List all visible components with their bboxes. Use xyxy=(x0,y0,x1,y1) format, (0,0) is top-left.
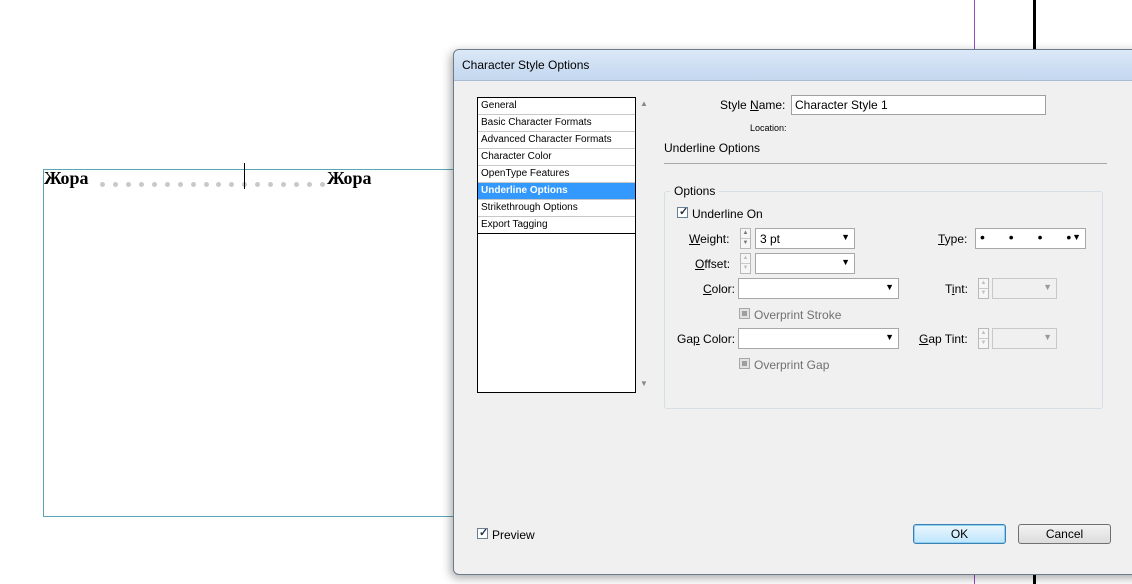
offset-label: Offset: xyxy=(695,257,731,271)
dotted-underline-preview xyxy=(100,179,325,189)
dialog-body: General Basic Character Formats Advanced… xyxy=(460,81,1132,568)
tint-combobox[interactable]: ▼ xyxy=(992,278,1057,299)
dropdown-arrow-icon[interactable]: ▼ xyxy=(885,282,894,292)
stepper-up-icon[interactable]: ▲ xyxy=(741,254,750,263)
options-group-label: Options xyxy=(670,184,720,198)
type-combobox[interactable]: • • • • ▼ xyxy=(975,228,1086,249)
category-list-scrollbar[interactable]: ▲ ▼ xyxy=(636,97,652,393)
ok-button[interactable]: OK xyxy=(913,524,1006,544)
weight-label: Weight: xyxy=(689,232,730,246)
canvas-word-left: Жора xyxy=(44,168,89,188)
stepper-up-icon[interactable]: ▲ xyxy=(979,329,988,338)
text-frame xyxy=(43,169,464,517)
tint-label: Tint: xyxy=(945,282,968,296)
gap-tint-label: Gap Tint: xyxy=(919,332,968,346)
scroll-up-arrow-icon[interactable]: ▲ xyxy=(640,99,648,108)
style-name-input[interactable] xyxy=(791,95,1046,115)
category-strikethrough-options[interactable]: Strikethrough Options xyxy=(478,200,635,217)
weight-stepper[interactable]: ▲ ▼ xyxy=(740,228,751,249)
gap-color-combobox[interactable]: ▼ xyxy=(738,328,899,349)
underline-on-label: Underline On xyxy=(692,207,763,221)
weight-value: 3 pt xyxy=(760,232,781,246)
dropdown-arrow-icon[interactable]: ▼ xyxy=(841,232,850,242)
stepper-down-icon[interactable]: ▼ xyxy=(741,263,750,273)
dialog-titlebar[interactable]: Character Style Options xyxy=(454,50,1132,81)
type-value: • • • • xyxy=(980,229,1082,245)
dropdown-arrow-icon[interactable]: ▼ xyxy=(1043,332,1052,342)
category-list: General Basic Character Formats Advanced… xyxy=(477,97,636,393)
stepper-down-icon[interactable]: ▼ xyxy=(979,338,988,348)
category-basic-character-formats[interactable]: Basic Character Formats xyxy=(478,115,635,132)
section-divider xyxy=(664,163,1107,164)
canvas-word-right: Жора xyxy=(327,168,372,188)
checkmark-icon: ✓ xyxy=(479,527,489,539)
gap-color-label: Gap Color: xyxy=(677,332,736,346)
section-title: Underline Options xyxy=(664,141,761,155)
character-style-options-dialog: Character Style Options General Basic Ch… xyxy=(453,49,1132,575)
weight-combobox[interactable]: 3 pt ▼ xyxy=(755,228,855,249)
stepper-down-icon[interactable]: ▼ xyxy=(741,238,750,248)
color-combobox[interactable]: ▼ xyxy=(738,278,899,299)
color-label: Color: xyxy=(703,282,736,296)
style-name-label: Style Name: xyxy=(720,98,786,112)
stepper-down-icon[interactable]: ▼ xyxy=(979,288,988,298)
offset-combobox[interactable]: ▼ xyxy=(755,253,855,274)
dropdown-arrow-icon[interactable]: ▼ xyxy=(885,332,894,342)
tint-stepper[interactable]: ▲ ▼ xyxy=(978,278,989,299)
gap-tint-combobox[interactable]: ▼ xyxy=(992,328,1057,349)
preview-label: Preview xyxy=(492,528,535,542)
overprint-gap-label: Overprint Gap xyxy=(754,358,830,372)
options-group xyxy=(664,191,1103,409)
checkmark-icon: ✓ xyxy=(679,206,689,218)
location-label: Location: xyxy=(750,123,787,133)
category-export-tagging[interactable]: Export Tagging xyxy=(478,217,635,234)
dropdown-arrow-icon[interactable]: ▼ xyxy=(1072,232,1081,242)
offset-stepper[interactable]: ▲ ▼ xyxy=(740,253,751,274)
scroll-down-arrow-icon[interactable]: ▼ xyxy=(640,379,648,388)
dropdown-arrow-icon[interactable]: ▼ xyxy=(1043,282,1052,292)
text-cursor xyxy=(244,163,245,189)
overprint-gap-checkbox[interactable]: ✓ xyxy=(739,358,750,369)
gap-tint-stepper[interactable]: ▲ ▼ xyxy=(978,328,989,349)
underline-on-checkbox[interactable]: ✓ xyxy=(677,206,689,218)
overprint-stroke-checkbox[interactable]: ✓ xyxy=(739,308,750,319)
dialog-title: Character Style Options xyxy=(462,58,590,72)
category-character-color[interactable]: Character Color xyxy=(478,149,635,166)
dropdown-arrow-icon[interactable]: ▼ xyxy=(841,257,850,267)
cancel-button[interactable]: Cancel xyxy=(1018,524,1111,544)
preview-checkbox[interactable]: ✓ xyxy=(477,527,489,539)
overprint-stroke-label: Overprint Stroke xyxy=(754,308,842,322)
type-label: Type: xyxy=(938,232,968,246)
stepper-up-icon[interactable]: ▲ xyxy=(741,229,750,238)
category-opentype-features[interactable]: OpenType Features xyxy=(478,166,635,183)
category-underline-options[interactable]: Underline Options xyxy=(478,183,635,200)
category-advanced-character-formats[interactable]: Advanced Character Formats xyxy=(478,132,635,149)
stepper-up-icon[interactable]: ▲ xyxy=(979,279,988,288)
category-general[interactable]: General xyxy=(478,98,635,115)
